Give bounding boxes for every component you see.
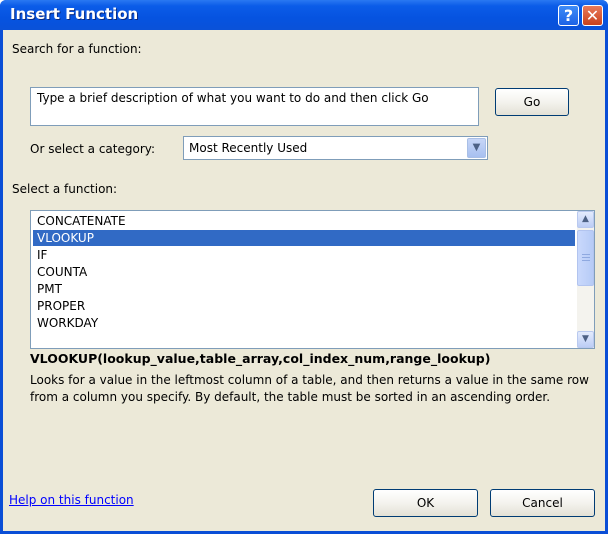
dialog-body: Search for a function: Type a brief desc… [3,30,605,531]
category-select[interactable]: Most Recently Used ▼ [183,136,488,160]
scroll-down-icon[interactable]: ▼ [577,331,594,348]
scroll-up-icon[interactable]: ▲ [577,211,594,228]
function-signature: VLOOKUP(lookup_value,table_array,col_ind… [30,351,491,366]
title-bar[interactable]: Insert Function ? ✕ [0,0,608,30]
window-title: Insert Function [10,5,139,23]
category-label: Or select a category: [30,142,156,156]
function-list-label: Select a function: [12,182,118,196]
search-input[interactable]: Type a brief description of what you wan… [30,87,479,126]
search-label: Search for a function: [12,42,142,56]
help-on-function-link[interactable]: Help on this function [9,493,134,507]
function-description: Looks for a value in the leftmost column… [30,373,589,404]
list-item[interactable]: PROPER [33,298,575,314]
go-button[interactable]: Go [495,88,569,116]
ok-button[interactable]: OK [373,489,478,517]
category-selected-value: Most Recently Used [189,141,308,155]
list-item[interactable]: WORKDAY [33,315,575,331]
list-item[interactable]: PMT [33,281,575,297]
vertical-scrollbar[interactable]: ▲ ▼ [577,211,594,348]
list-item[interactable]: CONCATENATE [33,213,575,229]
cancel-button[interactable]: Cancel [490,489,595,517]
function-listbox[interactable]: CONCATENATE VLOOKUP IF COUNTA PMT PROPER… [30,210,595,349]
close-icon[interactable]: ✕ [582,5,603,26]
list-item[interactable]: IF [33,247,575,263]
help-icon[interactable]: ? [558,5,579,26]
scroll-thumb[interactable] [577,230,594,286]
search-input-text[interactable]: Type a brief description of what you wan… [37,91,467,106]
list-item-selected[interactable]: VLOOKUP [33,230,575,246]
list-item[interactable]: COUNTA [33,264,575,280]
insert-function-dialog: Insert Function ? ✕ Search for a functio… [0,0,608,534]
chevron-down-icon[interactable]: ▼ [467,138,486,158]
